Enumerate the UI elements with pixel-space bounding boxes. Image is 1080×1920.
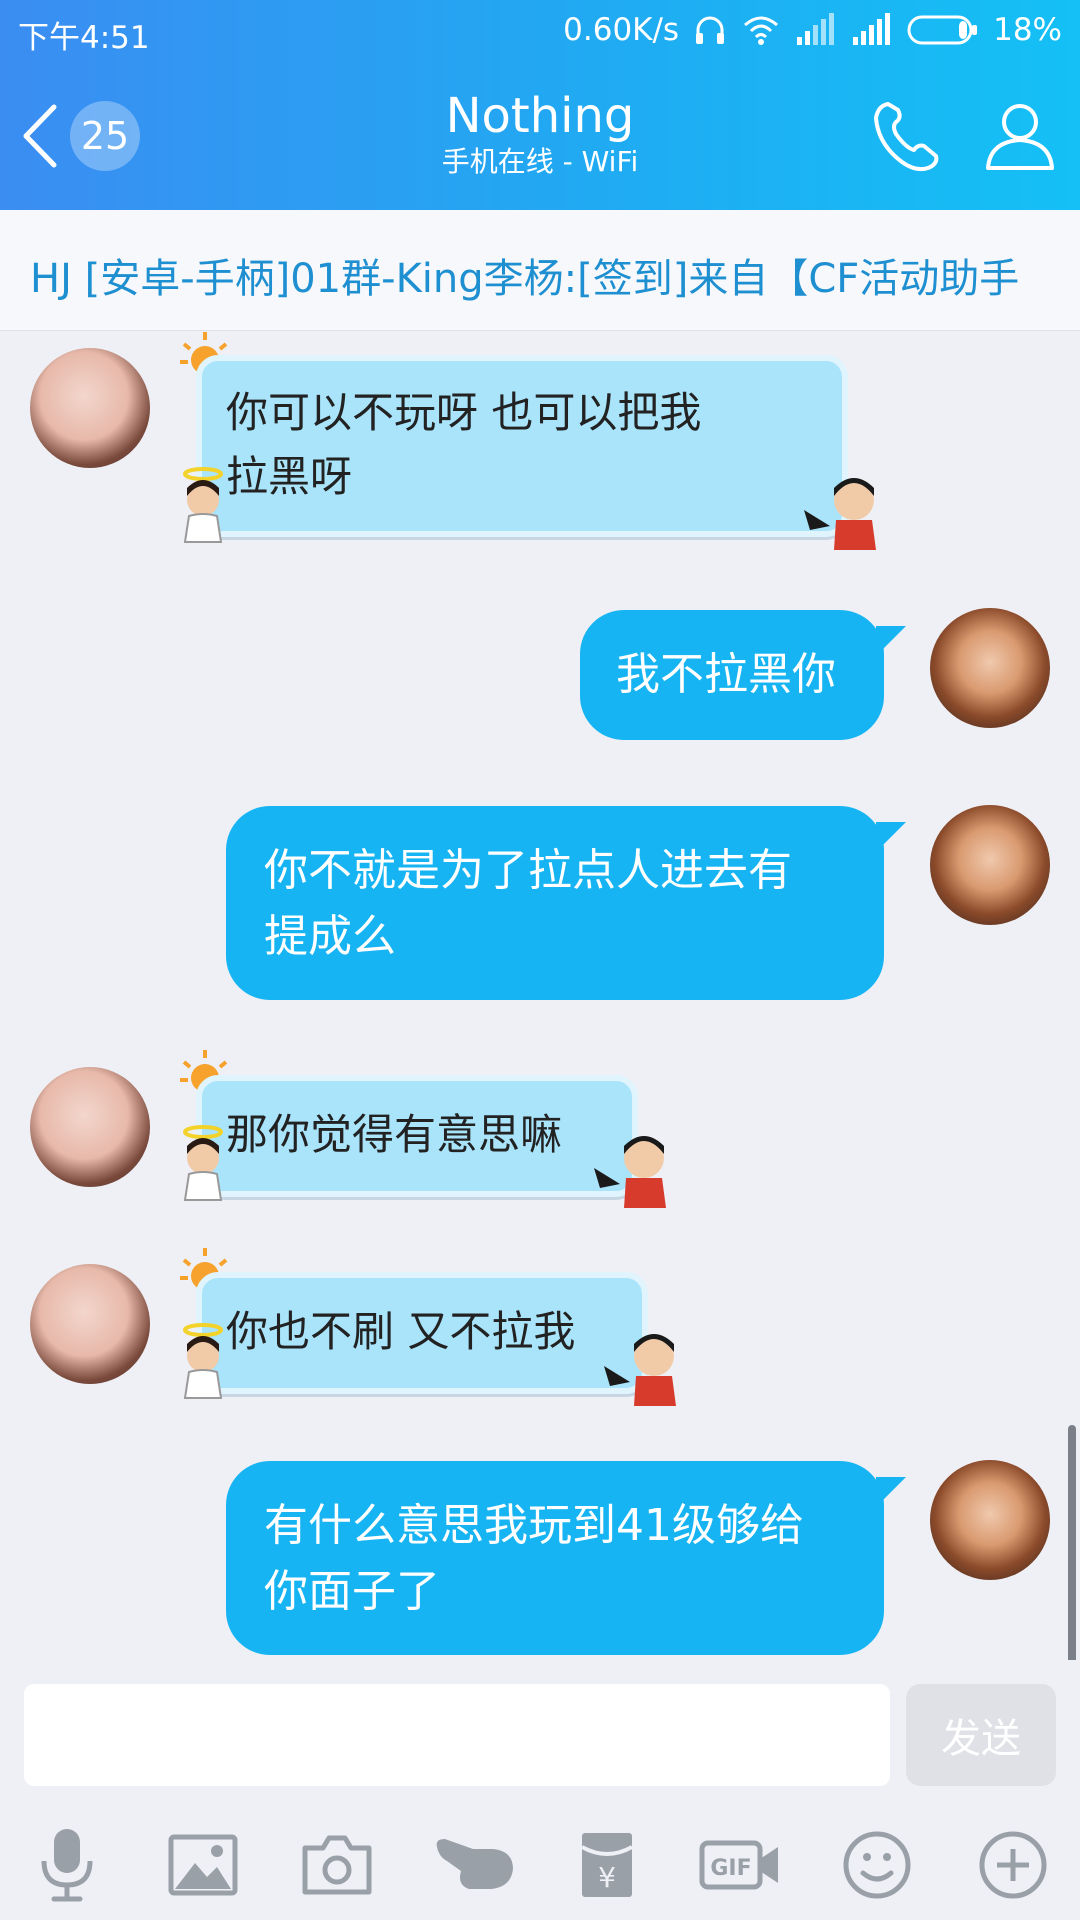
poke-icon [436,1839,513,1889]
profile-button[interactable] [980,96,1060,176]
svg-text:GIF: GIF [710,1856,751,1881]
network-speed: 0.60K/s [563,12,680,48]
input-toolbar: ¥ GIF [0,1820,1080,1920]
bubble-tail [876,822,906,852]
contact-avatar[interactable] [30,1067,150,1187]
chat-header: 下午4:51 0.60K/s 18% 25 Nothing 手机在线 - WiF… [0,0,1080,210]
back-chevron-icon [23,104,57,168]
notice-text: HJ [安卓-手柄]01群-King李杨:[签到]来自【CF活动助手 [30,256,1020,302]
status-icons: 0.60K/s 18% [563,12,1062,48]
headphones-icon [696,16,725,44]
message-text: 你不就是为了拉点人进去有 [264,845,792,896]
emoji-button[interactable] [832,1820,922,1910]
svg-text:¥: ¥ [598,1861,616,1894]
battery-icon [907,15,978,45]
message-text: 你可以不玩呀 也可以把我 [226,388,702,437]
red-packet-button[interactable]: ¥ [562,1820,652,1910]
devil-sticker-icon [604,1334,676,1406]
wifi-icon [744,16,779,45]
more-button[interactable] [968,1820,1058,1910]
chat-title-block: Nothing 手机在线 - WiFi [300,88,780,180]
status-bar: 下午4:51 0.60K/s 18% [0,0,1080,60]
message-text: 你也不刷 又不拉我 [226,1307,576,1356]
angel-sticker-icon [183,1125,223,1201]
message-text: 我不拉黑你 [616,649,836,700]
camera-icon [302,1835,372,1895]
group-notice-banner[interactable]: HJ [安卓-手柄]01群-King李杨:[签到]来自【CF活动助手 [0,210,1080,331]
my-avatar[interactable] [930,805,1050,925]
chat-scrollbar[interactable] [1068,1425,1076,1675]
message-text: 那你觉得有意思嘛 [226,1110,563,1159]
message-bubble[interactable]: 我不拉黑你 [580,610,884,740]
unread-count-badge: 25 [70,101,140,171]
bubble-tail [876,1477,906,1507]
message-text: 拉黑呀 [226,452,353,501]
message-bubble[interactable]: 那你觉得有意思嘛 [196,1075,638,1197]
message-input[interactable] [24,1684,890,1786]
message-bubble[interactable]: 你不就是为了拉点人进去有 提成么 [226,806,884,1000]
image-button[interactable] [158,1820,248,1910]
message-text: 提成么 [264,911,396,962]
nav-bar: 25 Nothing 手机在线 - WiFi [0,60,1080,210]
gif-button[interactable]: GIF [696,1820,786,1910]
devil-sticker-icon [804,478,876,550]
message-bubble[interactable]: 有什么意思我玩到41级够给 你面子了 [226,1461,884,1655]
message-bubble[interactable]: 你可以不玩呀 也可以把我 拉黑呀 [196,355,848,537]
phone-icon [874,102,939,172]
user-icon [986,104,1054,170]
status-time: 下午4:51 [18,20,150,56]
image-icon [168,1834,238,1896]
chat-subtitle: 手机在线 - WiFi [441,145,639,178]
chat-title: Nothing [445,88,635,144]
message-text: 有什么意思我玩到41级够给 [264,1500,804,1551]
input-area: 发送 ¥ GIF [0,1660,1080,1920]
gif-icon: GIF [699,1840,778,1890]
send-button[interactable]: 发送 [906,1684,1056,1786]
camera-button[interactable] [292,1820,382,1910]
devil-sticker-icon [594,1136,666,1208]
signal-icon-2 [853,13,891,45]
message-bubble[interactable]: 你也不刷 又不拉我 [196,1272,648,1394]
angel-sticker-icon [183,467,223,543]
bubble-tail [876,626,906,656]
contact-avatar[interactable] [30,348,150,468]
red-packet-icon: ¥ [581,1833,633,1897]
message-text: 你面子了 [264,1566,440,1617]
back-button[interactable]: 25 [18,96,148,176]
emoji-icon [843,1831,911,1899]
voice-button[interactable] [22,1820,112,1910]
poke-button[interactable] [430,1820,520,1910]
angel-sticker-icon [183,1323,223,1399]
mic-icon [41,1829,93,1902]
my-avatar[interactable] [930,608,1050,728]
contact-avatar[interactable] [30,1264,150,1384]
voice-call-button[interactable] [868,96,948,176]
plus-icon [979,1831,1047,1899]
signal-icon [797,13,835,45]
my-avatar[interactable] [930,1460,1050,1580]
battery-percent: 18% [993,12,1062,48]
